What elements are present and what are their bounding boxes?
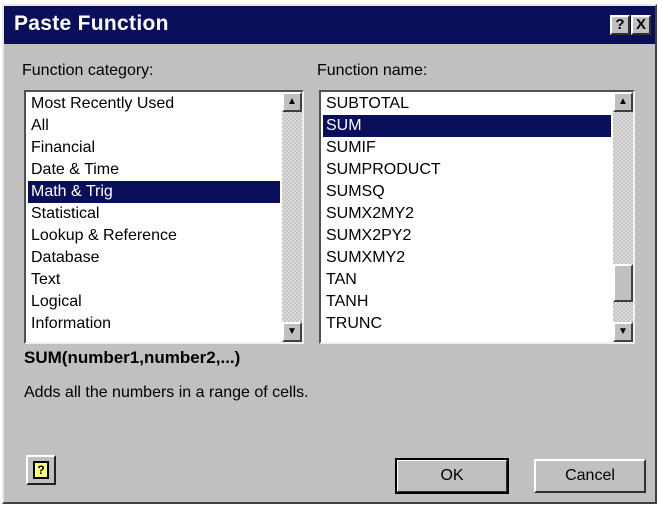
category-item[interactable]: Math & Trig: [28, 181, 280, 203]
function-item[interactable]: SUMIF: [323, 137, 611, 159]
ok-button[interactable]: OK: [395, 458, 509, 494]
function-name-items: SUBTOTAL SUM SUMIF SUMPRODUCT SUMSQ SUMX…: [323, 93, 611, 335]
close-button[interactable]: X: [631, 15, 651, 35]
category-item[interactable]: Financial: [28, 137, 280, 159]
cancel-button[interactable]: Cancel: [534, 459, 646, 493]
function-category-list[interactable]: Most Recently Used All Financial Date & …: [24, 90, 304, 344]
function-item[interactable]: TANH: [323, 291, 611, 313]
function-syntax: SUM(number1,number2,...): [24, 348, 241, 367]
function-name-list[interactable]: SUBTOTAL SUM SUMIF SUMPRODUCT SUMSQ SUMX…: [319, 90, 635, 344]
category-item[interactable]: All: [28, 115, 280, 137]
scroll-up-arrow-icon[interactable]: ▲: [613, 92, 633, 112]
function-item[interactable]: SUBTOTAL: [323, 93, 611, 115]
dialog-title: Paste Function: [14, 12, 169, 35]
function-item[interactable]: SUMX2PY2: [323, 225, 611, 247]
paste-function-dialog: Paste Function ? X Function category: Fu…: [2, 4, 657, 504]
function-item[interactable]: SUMXMY2: [323, 247, 611, 269]
function-item[interactable]: TAN: [323, 269, 611, 291]
function-item[interactable]: SUMSQ: [323, 181, 611, 203]
scroll-down-arrow-icon[interactable]: ▼: [613, 322, 633, 342]
help-icon: ?: [33, 461, 49, 479]
category-item[interactable]: Logical: [28, 291, 280, 313]
category-item[interactable]: Statistical: [28, 203, 280, 225]
title-bar[interactable]: Paste Function ? X: [4, 6, 655, 44]
function-description: Adds all the numbers in a range of cells…: [24, 384, 309, 401]
function-item[interactable]: SUMX2MY2: [323, 203, 611, 225]
function-category-label: Function category:: [22, 62, 154, 79]
function-item[interactable]: SUM: [323, 115, 611, 137]
function-name-label: Function name:: [317, 62, 428, 79]
function-name-scrollbar[interactable]: ▲ ▼: [613, 92, 633, 342]
function-item[interactable]: TRUNC: [323, 313, 611, 335]
category-item[interactable]: Database: [28, 247, 280, 269]
function-item[interactable]: SUMPRODUCT: [323, 159, 611, 181]
title-help-button[interactable]: ?: [610, 15, 630, 35]
scroll-down-arrow-icon[interactable]: ▼: [282, 322, 302, 342]
category-scrollbar[interactable]: ▲ ▼: [282, 92, 302, 342]
category-item[interactable]: Information: [28, 313, 280, 335]
scroll-thumb[interactable]: [613, 264, 633, 302]
category-item[interactable]: Most Recently Used: [28, 93, 280, 115]
scroll-up-arrow-icon[interactable]: ▲: [282, 92, 302, 112]
category-items: Most Recently Used All Financial Date & …: [28, 93, 280, 335]
category-item[interactable]: Date & Time: [28, 159, 280, 181]
office-assistant-button[interactable]: ?: [26, 455, 56, 485]
category-item[interactable]: Lookup & Reference: [28, 225, 280, 247]
category-item[interactable]: Text: [28, 269, 280, 291]
